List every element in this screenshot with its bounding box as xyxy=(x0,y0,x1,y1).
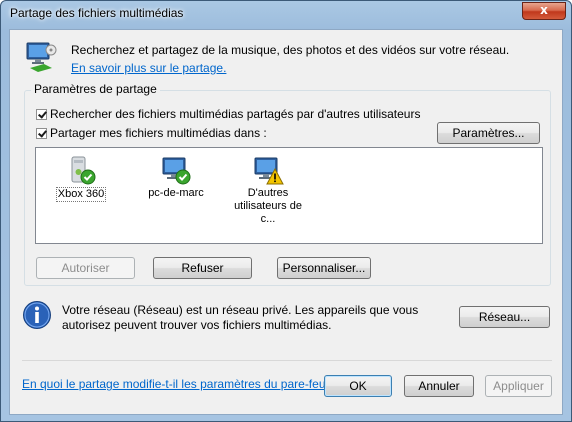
cancel-button[interactable]: Annuler xyxy=(404,375,474,397)
find-media-checkbox-row[interactable]: Rechercher des fichiers multimédias part… xyxy=(36,107,420,121)
dialog-window: Partage des fichiers multimédias x Reche… xyxy=(0,0,572,422)
ok-button[interactable]: OK xyxy=(324,375,392,397)
firewall-info-link[interactable]: En quoi le partage modifie-t-il les para… xyxy=(22,377,336,391)
find-media-checkbox[interactable] xyxy=(36,108,47,120)
learn-more-link[interactable]: En savoir plus sur le partage. xyxy=(71,61,226,75)
header-description: Recherchez et partagez de la musique, de… xyxy=(71,43,510,57)
device-list[interactable]: Xbox 360 pc-de-marc D'autres utilisateur… xyxy=(35,147,543,244)
computer-allowed-icon xyxy=(162,157,191,185)
computer-warning-icon xyxy=(254,157,284,185)
find-media-label: Rechercher des fichiers multimédias part… xyxy=(50,107,421,121)
network-button[interactable]: Réseau... xyxy=(459,306,550,328)
xbox-allowed-icon xyxy=(71,156,96,185)
settings-button[interactable]: Paramètres... xyxy=(437,122,540,144)
device-label-pc-de-marc: pc-de-marc xyxy=(148,187,204,199)
dialog-client-area: Recherchez et partagez de la musique, de… xyxy=(9,29,563,415)
network-info-text: Votre réseau (Réseau) est un réseau priv… xyxy=(62,303,419,332)
close-button[interactable]: x xyxy=(522,2,566,20)
share-media-checkbox-row[interactable]: Partager mes fichiers multimédias dans : xyxy=(36,126,267,140)
device-label-xbox: Xbox 360 xyxy=(55,187,107,202)
device-item-pc-de-marc[interactable]: pc-de-marc xyxy=(134,154,218,200)
network-media-sharing-icon xyxy=(24,40,58,74)
device-item-other-users[interactable]: D'autres utilisateurs de c... xyxy=(226,154,310,226)
device-label-other-users: D'autres utilisateurs de c... xyxy=(234,187,302,225)
customize-button[interactable]: Personnaliser... xyxy=(277,257,371,279)
apply-button[interactable]: Appliquer xyxy=(485,375,552,397)
info-icon xyxy=(22,300,52,330)
share-media-checkbox[interactable] xyxy=(36,127,47,139)
allow-button[interactable]: Autoriser xyxy=(36,257,135,279)
share-media-label: Partager mes fichiers multimédias dans : xyxy=(50,126,267,140)
device-item-xbox[interactable]: Xbox 360 xyxy=(39,154,123,202)
sharing-settings-label: Paramètres de partage xyxy=(31,82,160,96)
separator xyxy=(22,360,552,361)
deny-button[interactable]: Refuser xyxy=(153,257,252,279)
window-title: Partage des fichiers multimédias xyxy=(10,6,184,20)
